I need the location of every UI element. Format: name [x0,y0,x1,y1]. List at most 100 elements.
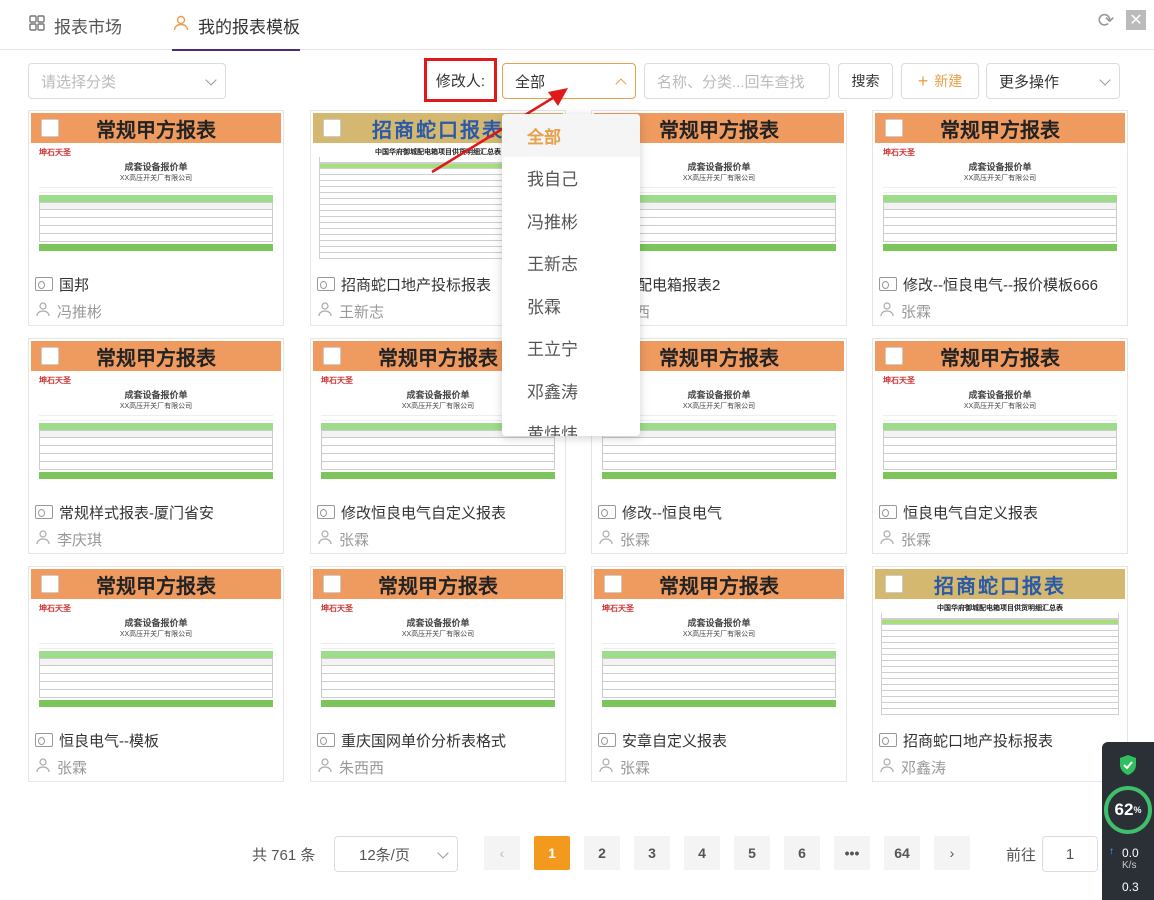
template-card[interactable]: 常规甲方报表 坤石天圣 成套设备报价单 XX高压开关厂有限公司修改--恒良电气--报价… [872,110,1128,326]
dropdown-option[interactable]: 全部 [502,114,640,157]
thumbnail-document: 坤石天圣成套设备报价单 XX高压开关厂有限公司 [31,143,281,255]
page-button[interactable]: 5 [734,836,770,870]
template-name[interactable]: 重庆国网单价分析表格式 [317,729,506,751]
select-checkbox[interactable] [885,347,903,365]
next-page-button[interactable]: › [934,836,970,870]
select-checkbox[interactable] [885,119,903,137]
select-checkbox[interactable] [41,119,59,137]
report-file-icon [598,505,616,519]
template-name[interactable]: 修改恒良电气自定义报表 [317,501,506,523]
system-monitor-widget[interactable]: 62% ↑ 0.0 K/s 0.3 [1102,742,1154,900]
thumbnail-doc-title: 成套设备报价单 [406,618,470,628]
template-card[interactable]: 常规甲方报表 坤石天圣 成套设备报价单 XX高压开关厂有限公司 恒良电气--模板 张霖 [28,566,284,782]
template-name-text: 修改--恒良电气 [622,504,722,522]
dropdown-option[interactable]: 张霖 [502,284,640,327]
report-file-icon [879,505,897,519]
select-checkbox[interactable] [323,119,341,137]
template-name-text: 安章自定义报表 [622,732,728,750]
template-card[interactable]: 常规甲方报表 坤石天圣 成套设备报价单 XX高压开关厂有限公司 国邦 冯推彬 [28,110,284,326]
template-name[interactable]: 常规样式报表-厦门省安 [35,501,214,523]
thumbnail-document: 坤石天圣成套设备报价单 XX高压开关厂有限公司 [594,599,844,711]
template-thumbnail[interactable]: 常规甲方报表坤石天圣成套设备报价单 XX高压开关厂有限公司 [875,113,1125,269]
modifier-select[interactable]: 全部 [502,63,636,99]
select-checkbox[interactable] [323,347,341,365]
gauge-value: 62 [1114,800,1134,819]
select-checkbox[interactable] [604,575,622,593]
search-button[interactable]: 搜索 [838,63,893,99]
dropdown-option[interactable]: 黄炜炜 [502,412,640,436]
category-select[interactable]: 请选择分类 [28,63,226,99]
dropdown-option[interactable]: 我自己 [502,157,640,200]
template-owner-text: 邓鑫涛 [901,759,947,777]
template-card[interactable]: 常规甲方报表 坤石天圣 成套设备报价单 XX高压开关厂有限公司 重庆国网单价分析表格式朱… [310,566,566,782]
template-owner-text: 张霖 [620,531,651,549]
page-button[interactable]: 6 [784,836,820,870]
template-thumbnail[interactable]: 常规甲方报表坤石天圣成套设备报价单 XX高压开关厂有限公司 [31,341,281,497]
thumbnail-banner: 常规甲方报表 [594,569,844,599]
grid-icon [28,14,46,37]
page-button[interactable]: 64 [884,836,920,870]
thumbnail-doc-company: XX高压开关厂有限公司 [119,175,193,182]
template-name[interactable]: 修改--恒良电气--报价模板666 [879,273,1098,295]
more-actions-select[interactable]: 更多操作 [986,63,1120,99]
page-size-select[interactable]: 12条/页 [334,836,458,872]
page-button[interactable]: 1 [534,836,570,870]
thumbnail-doc-company: XX高压开关厂有限公司 [401,631,475,638]
page-button[interactable]: 3 [634,836,670,870]
template-owner: 张霖 [879,528,931,550]
template-card[interactable]: 常规甲方报表 坤石天圣 成套设备报价单 XX高压开关厂有限公司安章自定义报表张霖 [591,566,847,782]
upload-speed: 0.0 [1122,846,1139,860]
more-pages-button[interactable]: ••• [834,836,870,870]
thumbnail-banner-title: 常规甲方报表 [96,347,216,370]
select-checkbox[interactable] [41,347,59,365]
template-name[interactable]: 恒良电气--模板 [35,729,159,751]
select-checkbox[interactable] [323,575,341,593]
dropdown-option[interactable]: 王立宁 [502,327,640,370]
template-name-text: 修改恒良电气自定义报表 [341,504,507,522]
dropdown-option[interactable]: 冯推彬 [502,199,640,242]
template-card[interactable]: 常规甲方报表 坤石天圣 成套设备报价单 XX高压开关厂有限公司 常规样式报表-厦门省安李… [28,338,284,554]
download-speed: 0.3 [1122,880,1139,894]
chevron-down-icon [1099,74,1111,86]
refresh-icon[interactable]: ⟳ [1096,10,1116,32]
goto-page-input[interactable]: 1 [1042,836,1098,872]
template-name-text: 重庆国网单价分析表格式 [341,732,507,750]
template-thumbnail[interactable]: 常规甲方报表坤石天圣成套设备报价单 XX高压开关厂有限公司 [31,113,281,269]
thumbnail-logo: 坤石天圣 [883,376,915,385]
thumbnail-doc-company: XX高压开关厂有限公司 [682,631,756,638]
search-input[interactable]: 名称、分类...回车查找 [644,63,830,99]
report-file-icon [35,277,53,291]
template-thumbnail[interactable]: 常规甲方报表坤石天圣成套设备报价单 XX高压开关厂有限公司 [594,569,844,725]
template-name-text: 招商蛇口地产投标报表 [341,276,492,294]
prev-page-button[interactable]: ‹ [484,836,520,870]
template-thumbnail[interactable]: 招商蛇口报表 中国华府御城配电箱项目供货明细汇总表 [875,569,1125,725]
template-name[interactable]: 招商蛇口地产投标报表 [317,273,491,295]
modifier-dropdown-menu: 全部 我自己 冯推彬 王新志 张霖 王立宁 邓鑫涛 黄炜炜 [502,114,640,436]
close-icon[interactable]: ✕ [1126,10,1146,30]
user-icon [172,14,190,37]
template-thumbnail[interactable]: 常规甲方报表坤石天圣成套设备报价单 XX高压开关厂有限公司 [875,341,1125,497]
dropdown-option[interactable]: 邓鑫涛 [502,369,640,412]
select-checkbox[interactable] [41,575,59,593]
new-button[interactable]: + 新建 [901,63,979,99]
select-checkbox[interactable] [885,575,903,593]
page-button[interactable]: 2 [584,836,620,870]
thumbnail-document: 坤石天圣成套设备报价单 XX高压开关厂有限公司 [31,371,281,483]
template-owner: 张霖 [598,528,650,550]
dropdown-option[interactable]: 王新志 [502,242,640,285]
template-name[interactable]: 安章自定义报表 [598,729,727,751]
template-thumbnail[interactable]: 常规甲方报表坤石天圣成套设备报价单 XX高压开关厂有限公司 [31,569,281,725]
template-name[interactable]: 招商蛇口地产投标报表 [879,729,1053,751]
template-name[interactable]: 修改--恒良电气 [598,501,722,523]
page-button[interactable]: 4 [684,836,720,870]
template-name[interactable]: 恒良电气自定义报表 [879,501,1038,523]
tab-report-market[interactable]: 报表市场 [28,0,122,50]
tab-my-templates[interactable]: 我的报表模板 [172,0,300,51]
template-owner: 张霖 [598,756,650,778]
shield-icon [1120,755,1136,775]
template-thumbnail[interactable]: 常规甲方报表坤石天圣成套设备报价单 XX高压开关厂有限公司 [313,569,563,725]
thumbnail-doc-company: XX高压开关厂有限公司 [119,403,193,410]
template-card[interactable]: 常规甲方报表 坤石天圣 成套设备报价单 XX高压开关厂有限公司恒良电气自定义报表 张霖 [872,338,1128,554]
template-card[interactable]: 招商蛇口报表 中国华府御城配电箱项目供货明细汇总表招商蛇口地产投标报表邓鑫涛 [872,566,1128,782]
template-name[interactable]: 国邦 [35,273,89,295]
